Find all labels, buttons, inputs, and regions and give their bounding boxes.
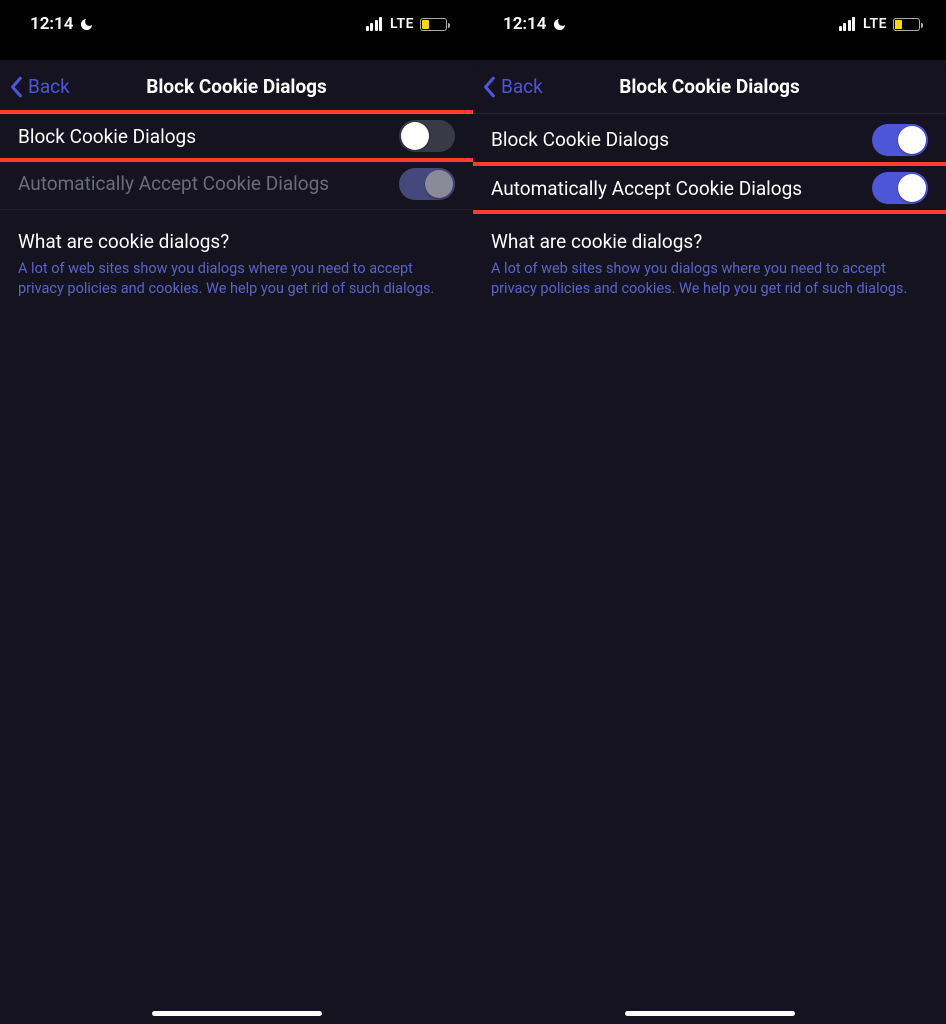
toggle-auto-accept [399, 168, 455, 200]
page-title: Block Cookie Dialogs [0, 75, 473, 98]
home-indicator[interactable] [625, 1011, 795, 1016]
back-label: Back [28, 75, 70, 98]
info-section: What are cookie dialogs? A lot of web si… [473, 210, 946, 298]
dnd-moon-icon [79, 17, 94, 32]
back-button[interactable]: Back [473, 75, 543, 98]
toggle-block-cookie-dialogs[interactable] [399, 120, 455, 152]
info-body: A lot of web sites show you dialogs wher… [18, 259, 455, 298]
phone-left: 12:14 LTE Back Block Cookie Dialogs Bloc… [0, 0, 473, 1024]
network-type: LTE [390, 16, 414, 32]
settings-sheet: Back Block Cookie Dialogs Block Cookie D… [0, 60, 473, 1024]
nav-bar: Back Block Cookie Dialogs [0, 60, 473, 114]
info-section: What are cookie dialogs? A lot of web si… [0, 210, 473, 298]
info-body: A lot of web sites show you dialogs wher… [491, 259, 928, 298]
cellular-signal-icon [839, 17, 856, 31]
back-label: Back [501, 75, 543, 98]
network-type: LTE [863, 16, 887, 32]
row-label-block: Block Cookie Dialogs [18, 125, 196, 148]
info-title: What are cookie dialogs? [18, 230, 455, 253]
battery-icon [893, 18, 920, 31]
phone-right: 12:14 LTE Back Block Cookie Dialogs Bloc… [473, 0, 946, 1024]
chevron-left-icon [10, 76, 24, 98]
toggle-auto-accept[interactable] [872, 172, 928, 204]
cellular-signal-icon [366, 17, 383, 31]
row-auto-accept: Automatically Accept Cookie Dialogs [0, 158, 473, 210]
settings-sheet: Back Block Cookie Dialogs Block Cookie D… [473, 60, 946, 1024]
row-label-auto: Automatically Accept Cookie Dialogs [18, 172, 329, 195]
row-label-block: Block Cookie Dialogs [491, 128, 669, 151]
status-bar: 12:14 LTE [0, 0, 473, 48]
status-time: 12:14 [30, 14, 73, 34]
toggle-block-cookie-dialogs[interactable] [872, 124, 928, 156]
back-button[interactable]: Back [0, 75, 70, 98]
page-title: Block Cookie Dialogs [473, 75, 946, 98]
info-title: What are cookie dialogs? [491, 230, 928, 253]
home-indicator[interactable] [152, 1011, 322, 1016]
battery-icon [420, 18, 447, 31]
dnd-moon-icon [552, 17, 567, 32]
chevron-left-icon [483, 76, 497, 98]
row-label-auto: Automatically Accept Cookie Dialogs [491, 177, 802, 200]
status-bar: 12:14 LTE [473, 0, 946, 48]
status-time: 12:14 [503, 14, 546, 34]
row-block-cookie-dialogs: Block Cookie Dialogs [0, 110, 473, 162]
nav-bar: Back Block Cookie Dialogs [473, 60, 946, 114]
row-block-cookie-dialogs: Block Cookie Dialogs [473, 114, 946, 166]
row-auto-accept: Automatically Accept Cookie Dialogs [473, 162, 946, 214]
